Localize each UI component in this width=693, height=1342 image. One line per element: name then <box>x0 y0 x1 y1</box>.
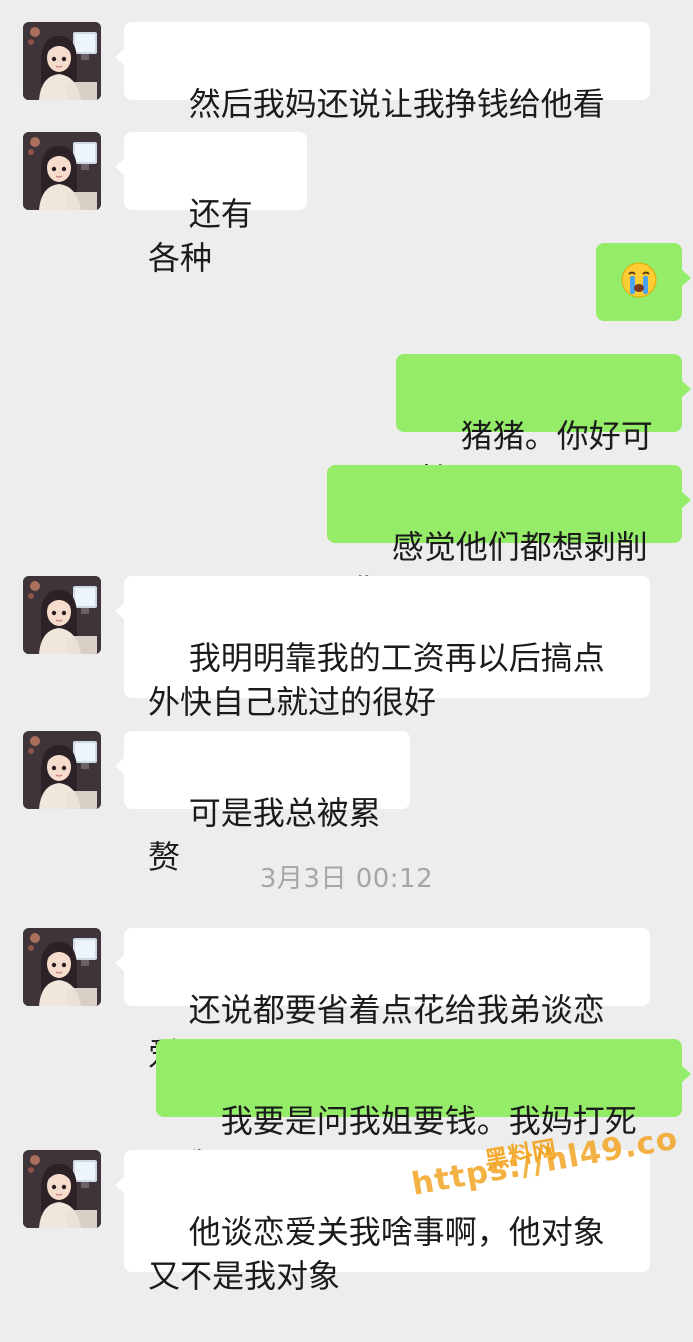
message-bubble-outgoing[interactable]: 我要是问我姐要钱。我妈打死我 <box>156 1039 691 1184</box>
message-text: 他谈恋爱关我啥事啊，他对象又不是我对象 <box>148 1213 605 1295</box>
avatar[interactable] <box>23 1150 101 1228</box>
avatar-girl-at-desk-icon <box>23 731 101 809</box>
avatar[interactable] <box>23 928 101 1006</box>
message-text: 还有各种 <box>148 195 253 277</box>
avatar-girl-at-desk-icon <box>23 576 101 654</box>
message-text: 我明明靠我的工资再以后搞点外快自己就过的很好 <box>148 639 605 721</box>
message-bubble-incoming[interactable]: 可是我总被累赘 <box>115 731 410 876</box>
message-bubble-incoming[interactable]: 然后我妈还说让我挣钱给他看牙 <box>115 22 650 167</box>
message-bubble-outgoing-emoji[interactable] <box>596 243 691 321</box>
avatar[interactable] <box>23 132 101 210</box>
avatar-girl-at-desk-icon <box>23 928 101 1006</box>
message-bubble-incoming[interactable]: 他谈恋爱关我啥事啊，他对象又不是我对象 <box>115 1150 650 1295</box>
message-bubble-incoming[interactable]: 还说都要省着点花给我弟谈恋爱 <box>115 928 650 1073</box>
message-bubble-outgoing[interactable]: 感觉他们都想剥削你 <box>327 465 691 610</box>
avatar-girl-at-desk-icon <box>23 132 101 210</box>
avatar[interactable] <box>23 576 101 654</box>
crying-face-emoji-icon <box>621 262 657 298</box>
avatar-girl-at-desk-icon <box>23 1150 101 1228</box>
avatar[interactable] <box>23 731 101 809</box>
avatar-girl-at-desk-icon <box>23 22 101 100</box>
message-bubble-outgoing[interactable]: 猪猪。你好可怜 <box>396 354 691 499</box>
message-bubble-incoming[interactable]: 还有各种 <box>115 132 307 277</box>
message-timestamp: 3月3日 00:12 <box>259 864 434 894</box>
message-bubble-incoming[interactable]: 我明明靠我的工资再以后搞点外快自己就过的很好 <box>115 576 650 721</box>
avatar[interactable] <box>23 22 101 100</box>
